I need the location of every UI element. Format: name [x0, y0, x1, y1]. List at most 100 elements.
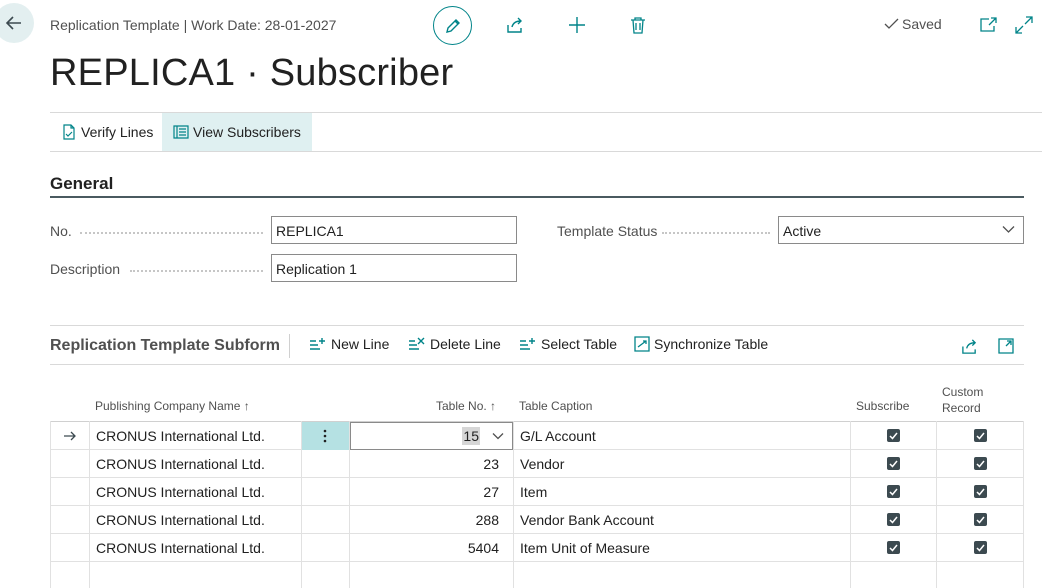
table-no-cell[interactable]: 5404: [350, 534, 499, 562]
description-field[interactable]: Replication 1: [271, 254, 517, 282]
publishing-company-header-label: Publishing Company Name: [95, 399, 241, 413]
column-header-custom-record[interactable]: Custom Record: [942, 384, 983, 416]
verify-lines-button[interactable]: Verify Lines: [50, 113, 164, 151]
template-status-value: Active: [783, 223, 822, 239]
checkmark-icon: [884, 18, 899, 29]
table-row[interactable]: 5404 CRONUS International Ltd. Item Unit o…: [50, 534, 1024, 562]
subform-title[interactable]: Replication Template Subform: [50, 337, 280, 355]
column-header-publishing-company[interactable]: Publishing Company Name ↑: [95, 398, 250, 414]
table-caption-cell[interactable]: Item Unit of Measure: [520, 534, 650, 562]
pencil-icon: [445, 18, 460, 33]
table-no-cell[interactable]: 23: [350, 450, 499, 478]
column-header-table-no[interactable]: Table No. ↑: [436, 398, 496, 414]
row-actions-button[interactable]: [301, 422, 349, 450]
table-row[interactable]: 288 CRONUS International Ltd. Vendor Bank …: [50, 506, 1024, 534]
custom-record-checkbox[interactable]: [974, 457, 987, 470]
select-table-button[interactable]: Select Table: [519, 336, 617, 352]
column-header-subscribe[interactable]: Subscribe: [856, 398, 909, 414]
trash-icon: [631, 17, 645, 34]
subscribe-checkbox[interactable]: [887, 429, 900, 442]
table-no-cell[interactable]: 288: [350, 506, 499, 534]
table-caption-cell[interactable]: Item: [520, 478, 547, 506]
custom-record-checkbox[interactable]: [974, 485, 987, 498]
delete-line-icon: [409, 337, 425, 350]
grid-line: [349, 421, 350, 588]
delete-button[interactable]: [626, 13, 650, 37]
subform-toolbar: Replication Template Subform New Line De…: [50, 325, 1024, 365]
view-subscribers-button[interactable]: View Subscribers: [162, 113, 312, 151]
expand-panel-icon: [998, 338, 1014, 354]
delete-line-button[interactable]: Delete Line: [408, 336, 501, 352]
synchronize-table-button[interactable]: Synchronize Table: [634, 336, 768, 352]
synchronize-icon: [634, 336, 650, 352]
chevron-down-icon: [492, 433, 504, 440]
table-caption-cell[interactable]: Vendor Bank Account: [520, 506, 654, 534]
plus-icon: [569, 17, 585, 33]
edit-button[interactable]: [433, 6, 472, 45]
template-status-select[interactable]: Active: [778, 216, 1024, 244]
open-new-window-button[interactable]: [976, 13, 1000, 37]
grid-line: [513, 421, 514, 588]
empty-new-row[interactable]: [50, 562, 1024, 588]
custom-record-checkbox[interactable]: [974, 513, 987, 526]
toolbar-separator: [289, 334, 290, 358]
back-arrow-icon: [5, 16, 21, 30]
custom-record-header-line1: Custom: [942, 385, 984, 399]
expand-button[interactable]: [1012, 13, 1036, 37]
column-header-table-caption[interactable]: Table Caption: [519, 398, 592, 414]
sort-ascending-icon: ↑: [490, 399, 497, 413]
subscribe-checkbox[interactable]: [887, 541, 900, 554]
subform-share-button[interactable]: [959, 336, 979, 356]
general-section-title: General: [50, 174, 114, 193]
sort-ascending-icon: ↑: [243, 399, 250, 413]
subscribe-checkbox[interactable]: [887, 457, 900, 470]
subform-expand-button[interactable]: [996, 336, 1016, 356]
open-in-new-window-icon: [980, 17, 997, 32]
table-row[interactable]: 23 CRONUS International Ltd. Vendor: [50, 450, 1024, 478]
no-label: No.: [50, 223, 72, 239]
grid-line: [89, 421, 90, 588]
chevron-down-icon: [1002, 226, 1015, 233]
custom-record-header-line2: Record: [942, 401, 981, 415]
table-no-input[interactable]: 15: [350, 422, 513, 450]
table-no-header-label: Table No.: [436, 399, 487, 413]
grid-line: [850, 421, 851, 588]
table-no-cell[interactable]: 27: [350, 478, 499, 506]
page-title: REPLICA1 · Subscriber: [50, 52, 454, 94]
new-line-icon: [310, 338, 325, 350]
delete-line-label: Delete Line: [430, 336, 501, 352]
new-button[interactable]: [565, 13, 589, 37]
share-button[interactable]: [503, 13, 527, 37]
expand-icon: [1015, 16, 1033, 34]
section-divider: [50, 196, 1024, 198]
action-bar: Verify Lines View Subscribers: [50, 112, 1042, 152]
table-caption-cell[interactable]: G/L Account: [520, 422, 596, 450]
grid-line: [936, 421, 937, 588]
subscribe-checkbox[interactable]: [887, 513, 900, 526]
select-table-label: Select Table: [541, 336, 618, 352]
custom-record-checkbox[interactable]: [974, 541, 987, 554]
publishing-company-cell[interactable]: CRONUS International Ltd.: [96, 450, 265, 478]
breadcrumb: Replication Template | Work Date: 28-01-…: [50, 17, 337, 33]
template-status-leader-dots: [662, 232, 770, 234]
more-options-icon: [323, 429, 327, 443]
view-subscribers-label: View Subscribers: [193, 124, 301, 140]
table-row[interactable]: 15 CRONUS International Ltd. G/L Account: [50, 422, 1024, 450]
synchronize-table-label: Synchronize Table: [654, 336, 769, 352]
publishing-company-cell[interactable]: CRONUS International Ltd.: [96, 506, 265, 534]
subscribe-checkbox[interactable]: [887, 485, 900, 498]
back-button[interactable]: [0, 3, 34, 43]
table-row[interactable]: 27 CRONUS International Ltd. Item: [50, 478, 1024, 506]
custom-record-checkbox[interactable]: [974, 429, 987, 442]
verify-lines-label: Verify Lines: [81, 124, 154, 140]
share-icon: [961, 338, 976, 354]
grid-border-left: [50, 421, 51, 588]
new-line-button[interactable]: New Line: [309, 336, 389, 352]
grid-line: [301, 421, 302, 588]
publishing-company-cell[interactable]: CRONUS International Ltd.: [96, 478, 265, 506]
publishing-company-cell[interactable]: CRONUS International Ltd.: [96, 422, 265, 450]
publishing-company-cell[interactable]: CRONUS International Ltd.: [96, 534, 265, 562]
table-caption-cell[interactable]: Vendor: [520, 450, 564, 478]
no-leader-dots: [80, 232, 263, 234]
no-field[interactable]: REPLICA1: [271, 216, 517, 244]
